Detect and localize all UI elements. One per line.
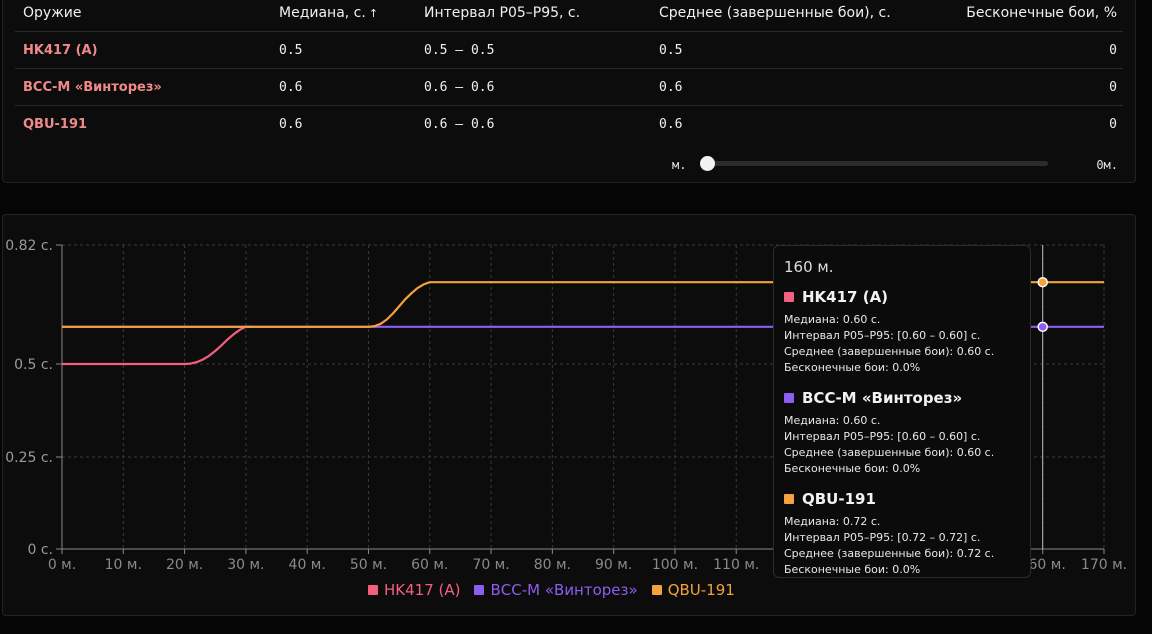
legend-item-qbu[interactable]: QBU-191 xyxy=(651,581,735,599)
tooltip-median: Медиана: 0.72 с. xyxy=(784,515,881,528)
x-tick-label: 60 м. xyxy=(411,557,448,573)
tooltip-infinite: Бесконечные бои: 0.0% xyxy=(784,563,921,576)
tooltip-entry: QBU-191 Медиана: 0.72 с. Интервал P05–P9… xyxy=(784,490,1020,578)
tooltip-mean: Среднее (завершенные бои): 0.72 с. xyxy=(784,547,995,560)
chart-tooltip: 160 м. HK417 (A) Медиана: 0.60 с. Интерв… xyxy=(773,245,1031,578)
x-tick-label: 0 м. xyxy=(48,557,76,573)
tooltip-entry: ВСС-М «Винторез» Медиана: 0.60 с. Интерв… xyxy=(784,389,1020,477)
legend-label: HK417 (A) xyxy=(384,581,461,599)
tooltip-swatch xyxy=(784,494,794,504)
tooltip-entry: HK417 (A) Медиана: 0.60 с. Интервал P05–… xyxy=(784,288,1020,376)
tooltip-title: 160 м. xyxy=(784,258,834,276)
tooltip-median: Медиана: 0.60 с. xyxy=(784,313,881,326)
tooltip-mean: Среднее (завершенные бои): 0.60 с. xyxy=(784,446,995,459)
tooltip-entry-name: QBU-191 xyxy=(802,490,876,508)
legend-swatch xyxy=(474,585,485,595)
legend-label: QBU-191 xyxy=(667,581,735,599)
tooltip-interval: Интервал P05–P95: [0.72 – 0.72] с. xyxy=(784,531,981,544)
y-tick-label: 0.5 с. xyxy=(14,357,53,373)
tooltip-mean: Среднее (завершенные бои): 0.60 с. xyxy=(784,345,995,358)
y-tick-label: 0 с. xyxy=(27,542,53,558)
x-tick-label: 100 м. xyxy=(652,557,698,573)
legend-item-hk417[interactable]: HK417 (A) xyxy=(368,581,460,599)
x-tick-label: 50 м. xyxy=(350,557,387,573)
x-tick-label: 170 м. xyxy=(1081,557,1127,573)
tooltip-interval: Интервал P05–P95: [0.60 – 0.60] с. xyxy=(784,430,981,443)
hover-point-2 xyxy=(1037,276,1048,288)
tooltip-swatch xyxy=(784,393,794,403)
x-tick-label: 70 м. xyxy=(472,557,509,573)
x-tick-label: 20 м. xyxy=(166,557,203,573)
tooltip-interval: Интервал P05–P95: [0.60 – 0.60] с. xyxy=(784,329,981,342)
y-tick-label: 0.82 с. xyxy=(5,238,53,254)
x-tick-label: 30 м. xyxy=(227,557,264,573)
tooltip-infinite: Бесконечные бои: 0.0% xyxy=(784,361,921,374)
x-tick-label: 80 м. xyxy=(534,557,571,573)
tooltip-infinite: Бесконечные бои: 0.0% xyxy=(784,462,921,475)
tooltip-entry-name: ВСС-М «Винторез» xyxy=(802,389,963,407)
x-tick-label: 10 м. xyxy=(105,557,142,573)
legend-label: ВСС-М «Винторез» xyxy=(490,581,638,599)
series-line-0 xyxy=(62,325,252,366)
x-tick-label: 40 м. xyxy=(289,557,326,573)
legend-swatch xyxy=(651,585,662,595)
legend-swatch xyxy=(368,585,378,595)
chart-legend: HK417 (A) ВСС-М «Винторез» QBU-191 xyxy=(368,581,735,599)
y-tick-label: 0.25 с. xyxy=(5,450,53,466)
tooltip-median: Медиана: 0.60 с. xyxy=(784,414,881,427)
x-tick-label: 90 м. xyxy=(595,557,632,573)
hover-point-1 xyxy=(1037,321,1048,333)
tooltip-entry-name: HK417 (A) xyxy=(802,288,889,306)
legend-item-vss[interactable]: ВСС-М «Винторез» xyxy=(474,581,638,599)
x-tick-label: 110 м. xyxy=(713,557,759,573)
tooltip-swatch xyxy=(784,292,794,302)
